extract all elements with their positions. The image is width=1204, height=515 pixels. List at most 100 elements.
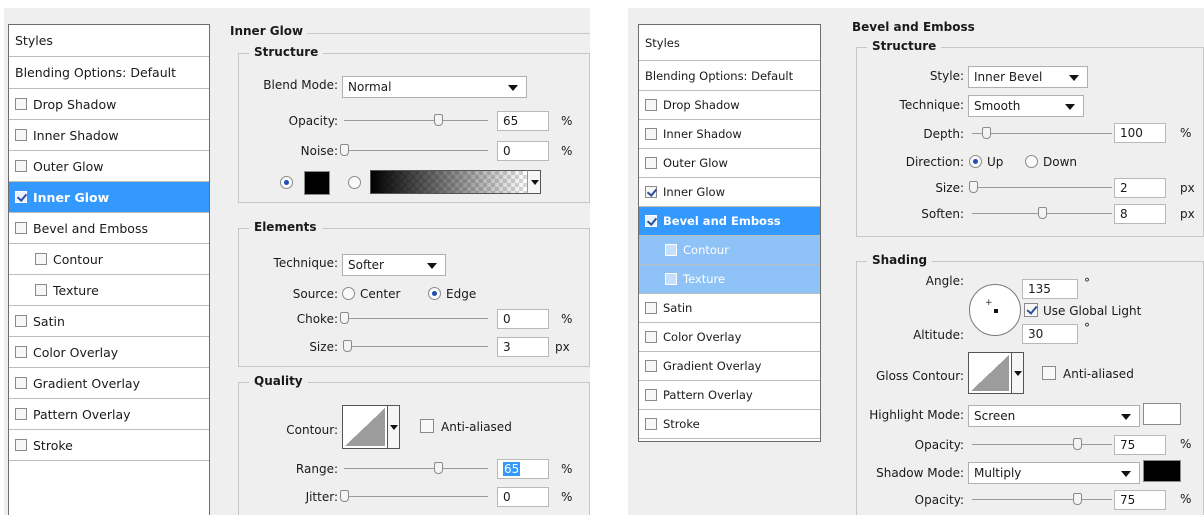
gloss-contour-picker[interactable] (968, 352, 1012, 394)
depth-slider-thumb[interactable] (982, 127, 991, 139)
color-mode-radio[interactable] (280, 176, 293, 189)
gradient-overlay-checkbox[interactable] (15, 377, 27, 389)
contour-checkbox[interactable] (35, 253, 47, 265)
inner-glow-checkbox[interactable] (645, 186, 657, 198)
styles-item-bevel-and-emboss[interactable]: Bevel and Emboss (639, 207, 820, 236)
inner-shadow-checkbox[interactable] (645, 128, 657, 140)
soften-slider-thumb[interactable] (1038, 207, 1047, 219)
size-slider[interactable] (969, 180, 1112, 194)
satin-checkbox[interactable] (15, 315, 27, 327)
shadow-color-swatch[interactable] (1143, 460, 1181, 482)
shadow-opacity-slider-thumb[interactable] (1073, 493, 1082, 505)
gloss-contour-dropdown-button[interactable] (1012, 352, 1024, 394)
styles-item-gradient-overlay[interactable]: Gradient Overlay (9, 368, 209, 399)
outer-glow-checkbox[interactable] (645, 157, 657, 169)
bevel-and-emboss-checkbox[interactable] (15, 222, 27, 234)
stroke-checkbox[interactable] (15, 439, 27, 451)
direction-up-radio[interactable] (969, 155, 982, 168)
texture-checkbox[interactable] (35, 284, 47, 296)
highlight-mode-select[interactable]: Screen (968, 405, 1140, 427)
altitude-input[interactable]: 30 (1022, 324, 1078, 344)
technique-select[interactable]: Smooth (968, 95, 1084, 117)
depth-input[interactable]: 100 (1114, 123, 1166, 143)
styles-item-pattern-overlay[interactable]: Pattern Overlay (9, 399, 209, 430)
choke-slider[interactable] (340, 311, 488, 325)
depth-slider[interactable] (972, 126, 1112, 140)
color-overlay-checkbox[interactable] (645, 331, 657, 343)
bevel-and-emboss-checkbox[interactable] (645, 215, 657, 227)
highlight-color-swatch[interactable] (1143, 403, 1181, 425)
shadow-opacity-slider[interactable] (972, 492, 1112, 506)
styles-item-texture[interactable]: Texture (639, 265, 820, 294)
styles-item-stroke[interactable]: Stroke (9, 430, 209, 461)
styles-item-stroke[interactable]: Stroke (639, 410, 820, 439)
angle-dial[interactable]: + (969, 284, 1021, 336)
glow-gradient-picker[interactable] (370, 170, 528, 194)
soften-slider[interactable] (972, 206, 1112, 220)
styles-item-inner-shadow[interactable]: Inner Shadow (639, 120, 820, 149)
styles-item-satin[interactable]: Satin (639, 294, 820, 323)
styles-header[interactable]: Styles (639, 25, 820, 61)
highlight-opacity-slider[interactable] (972, 437, 1112, 451)
technique-select[interactable]: Softer (342, 254, 446, 276)
choke-slider-thumb[interactable] (340, 312, 349, 324)
styles-item-contour[interactable]: Contour (639, 236, 820, 265)
noise-input[interactable]: 0 (497, 141, 549, 161)
opacity-slider-thumb[interactable] (433, 114, 443, 126)
styles-item-gradient-overlay[interactable]: Gradient Overlay (639, 352, 820, 381)
size-input[interactable]: 3 (497, 337, 549, 357)
range-input[interactable]: 65 (497, 459, 549, 479)
opacity-slider[interactable] (344, 113, 488, 127)
size-slider-thumb[interactable] (342, 340, 352, 352)
styles-item-inner-glow[interactable]: Inner Glow (639, 178, 820, 207)
antialiased-checkbox[interactable] (420, 419, 434, 433)
styles-item-bevel-and-emboss[interactable]: Bevel and Emboss (9, 213, 209, 244)
contour-checkbox[interactable] (665, 244, 677, 256)
direction-down-radio[interactable] (1025, 155, 1038, 168)
blending-options-item[interactable]: Blending Options: Default (9, 57, 209, 89)
shadow-opacity-input[interactable]: 75 (1114, 490, 1166, 510)
size-input[interactable]: 2 (1114, 178, 1166, 198)
angle-input[interactable]: 135 (1022, 279, 1078, 299)
noise-slider[interactable] (340, 143, 488, 157)
styles-item-pattern-overlay[interactable]: Pattern Overlay (639, 381, 820, 410)
outer-glow-checkbox[interactable] (15, 160, 27, 172)
gloss-antialiased-checkbox[interactable] (1042, 366, 1056, 380)
style-select[interactable]: Inner Bevel (968, 66, 1088, 88)
styles-item-color-overlay[interactable]: Color Overlay (9, 337, 209, 368)
inner-glow-checkbox[interactable] (15, 191, 27, 203)
styles-item-drop-shadow[interactable]: Drop Shadow (639, 91, 820, 120)
blend-mode-select[interactable]: Normal (342, 76, 527, 98)
styles-item-contour[interactable]: Contour (9, 244, 209, 275)
use-global-light-checkbox[interactable] (1024, 303, 1038, 317)
drop-shadow-checkbox[interactable] (645, 99, 657, 111)
styles-item-drop-shadow[interactable]: Drop Shadow (9, 89, 209, 120)
satin-checkbox[interactable] (645, 302, 657, 314)
gradient-dropdown-button[interactable] (527, 170, 541, 194)
styles-item-outer-glow[interactable]: Outer Glow (639, 149, 820, 178)
source-edge-radio[interactable] (428, 287, 441, 300)
pattern-overlay-checkbox[interactable] (15, 408, 27, 420)
contour-dropdown-button[interactable] (388, 405, 400, 449)
texture-checkbox[interactable] (665, 273, 677, 285)
color-overlay-checkbox[interactable] (15, 346, 27, 358)
range-slider-thumb[interactable] (433, 462, 443, 474)
soften-input[interactable]: 8 (1114, 204, 1166, 224)
styles-header[interactable]: Styles (9, 25, 209, 57)
gradient-mode-radio[interactable] (348, 176, 361, 189)
jitter-input[interactable]: 0 (497, 487, 549, 507)
shadow-mode-select[interactable]: Multiply (968, 462, 1140, 484)
choke-input[interactable]: 0 (497, 309, 549, 329)
gradient-overlay-checkbox[interactable] (645, 360, 657, 372)
styles-item-inner-glow[interactable]: Inner Glow (9, 182, 209, 213)
highlight-opacity-input[interactable]: 75 (1114, 435, 1166, 455)
inner-shadow-checkbox[interactable] (15, 129, 27, 141)
pattern-overlay-checkbox[interactable] (645, 389, 657, 401)
styles-item-satin[interactable]: Satin (9, 306, 209, 337)
contour-picker[interactable] (342, 405, 388, 449)
size-slider-thumb[interactable] (969, 181, 979, 193)
glow-color-swatch[interactable] (304, 171, 330, 195)
stroke-checkbox[interactable] (645, 418, 657, 430)
blending-options-item[interactable]: Blending Options: Default (639, 61, 820, 91)
styles-item-outer-glow[interactable]: Outer Glow (9, 151, 209, 182)
